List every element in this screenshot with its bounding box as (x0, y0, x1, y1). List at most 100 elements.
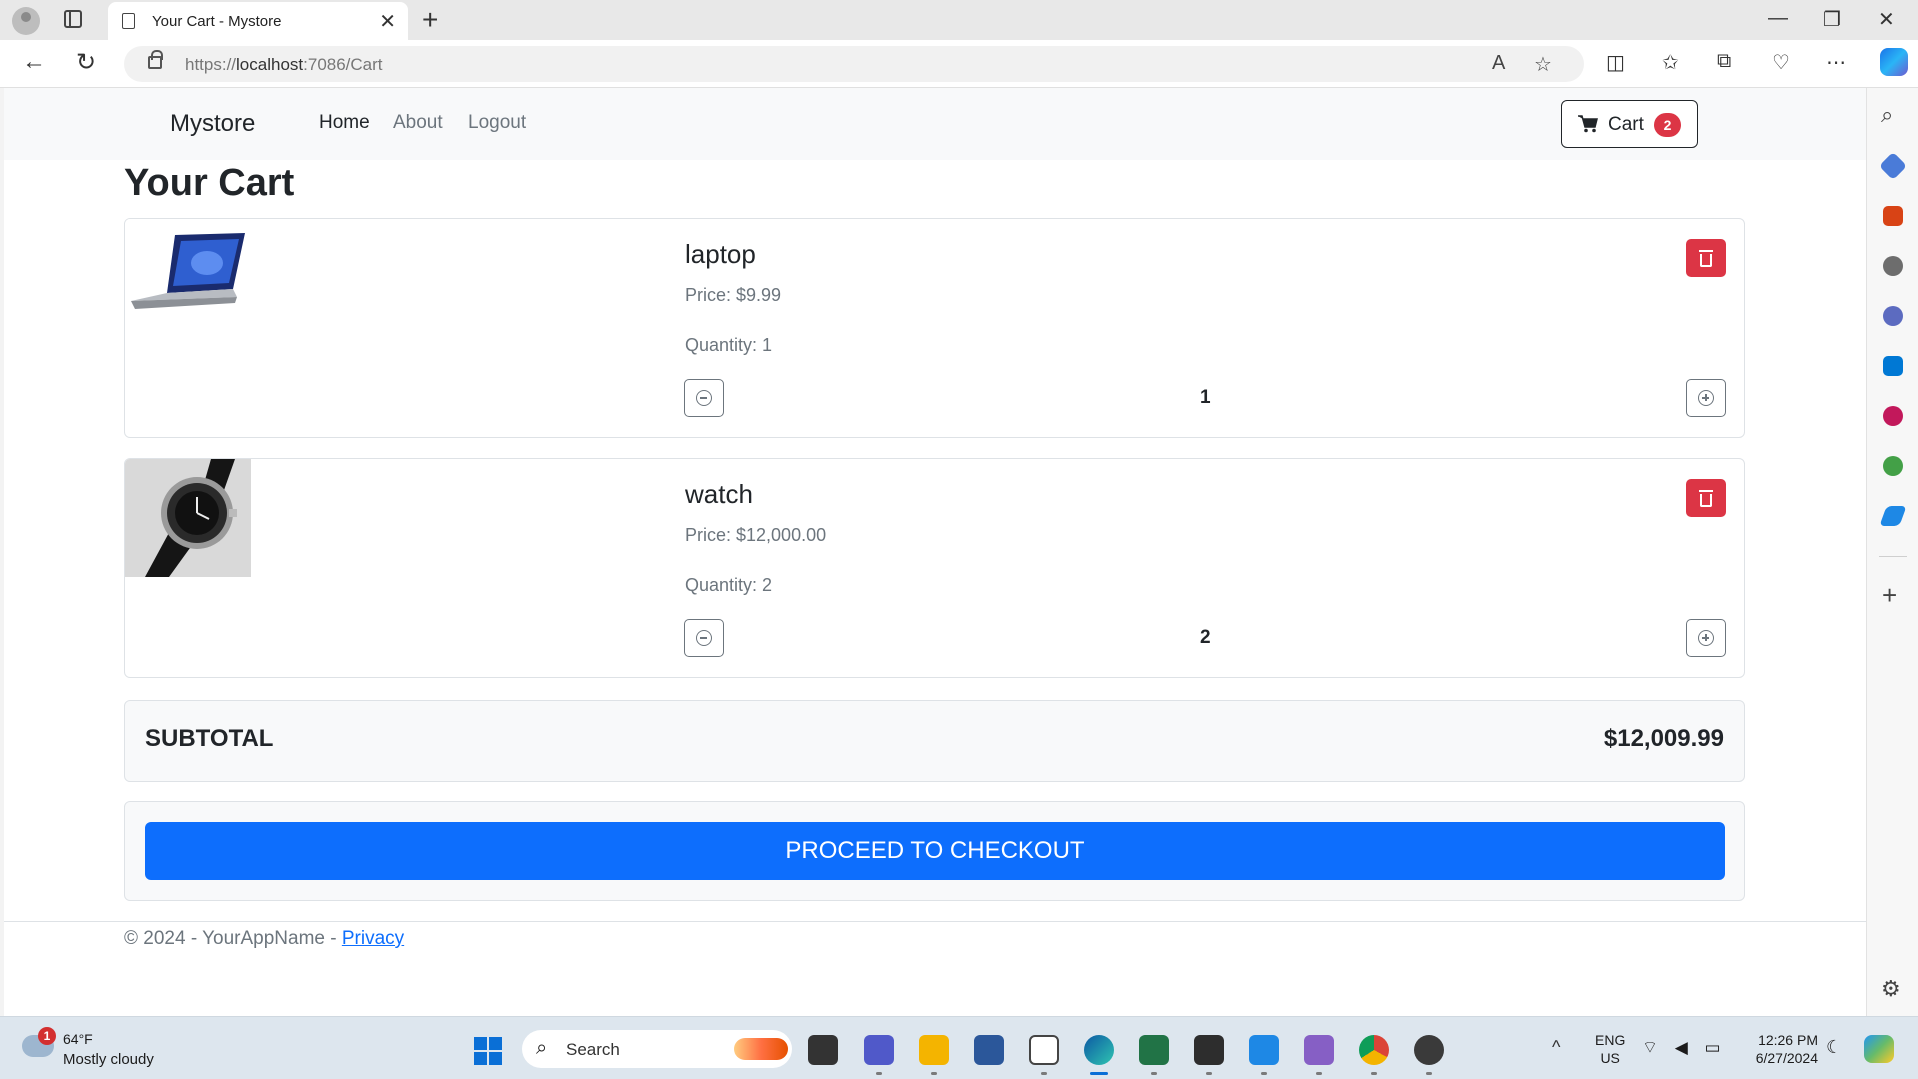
browser-tab-active[interactable]: Your Cart - Mystore ✕ (108, 2, 408, 40)
browser-essentials-icon[interactable]: ♡ (1772, 50, 1790, 75)
nav-about[interactable]: About (393, 112, 443, 134)
input-language-indicator[interactable]: ENG US (1595, 1031, 1625, 1067)
clock[interactable]: 12:26 PM 6/27/2024 (1744, 1031, 1818, 1067)
profile-icon[interactable] (12, 7, 40, 35)
copilot-icon[interactable] (1880, 48, 1908, 76)
cart-icon (1578, 115, 1598, 133)
footer-divider (4, 921, 1866, 922)
edge-icon[interactable] (1084, 1035, 1114, 1065)
product-name: laptop (685, 239, 756, 269)
minus-circle-icon (696, 630, 712, 646)
tab-title: Your Cart - Mystore (152, 13, 282, 30)
close-window-icon[interactable]: ✕ (1878, 7, 1895, 32)
product-image-watch (125, 459, 251, 577)
url-field[interactable]: https://localhost:7086/Cart A ☆ (124, 46, 1584, 82)
weather-notification-badge: 1 (38, 1027, 56, 1045)
media-player-icon[interactable] (1414, 1035, 1444, 1065)
taskbar-search[interactable]: ⌕ Search (522, 1030, 792, 1068)
nav-logout[interactable]: Logout (468, 112, 526, 134)
remove-item-button[interactable] (1686, 479, 1726, 517)
minimize-icon[interactable]: — (1768, 7, 1788, 30)
decrease-quantity-button[interactable] (684, 379, 724, 417)
page-viewport: Mystore Home About Logout Cart 2 Your Ca… (4, 88, 1866, 1016)
quantity-value: 1 (1200, 387, 1211, 408)
read-aloud-icon[interactable]: A (1492, 52, 1505, 75)
collections-icon[interactable]: ⧉ (1717, 50, 1731, 73)
sidebar-settings-icon[interactable]: ⚙ (1881, 976, 1901, 1002)
product-price: Price: $9.99 (685, 285, 782, 305)
designer-icon[interactable] (1883, 406, 1903, 426)
subtotal-panel: SUBTOTAL $12,009.99 (124, 700, 1745, 782)
sidebar-add-icon[interactable]: + (1882, 580, 1897, 611)
search-highlight-icon (734, 1038, 788, 1060)
trash-icon (1699, 250, 1713, 252)
task-view-icon[interactable] (808, 1035, 838, 1065)
send-icon[interactable] (1879, 506, 1907, 526)
pycharm-icon[interactable] (1029, 1035, 1059, 1065)
weather-temperature[interactable]: 64°F (63, 1031, 93, 1047)
search-label: Search (566, 1040, 620, 1059)
page-icon (122, 13, 135, 29)
new-tab-icon[interactable]: + (422, 4, 438, 36)
visual-studio-icon[interactable] (1304, 1035, 1334, 1065)
tools-icon[interactable] (1883, 206, 1903, 226)
show-hidden-icons-chevron[interactable]: ^ (1552, 1037, 1560, 1058)
cart-item: watch Price: $12,000.00 Quantity: 2 2 (124, 458, 1745, 678)
subtotal-value: $12,009.99 (1603, 725, 1724, 752)
favorites-icon[interactable]: ✩ (1662, 50, 1679, 75)
nav-home[interactable]: Home (319, 112, 370, 134)
wifi-volume-battery-icons[interactable]: ⌔ ◀ ▭ (1642, 1037, 1727, 1058)
excel-icon[interactable] (1139, 1035, 1169, 1065)
games-icon[interactable] (1883, 256, 1903, 276)
more-options-icon[interactable]: ⋯ (1826, 50, 1846, 75)
increase-quantity-button[interactable] (1686, 379, 1726, 417)
windows-taskbar: 1 64°F Mostly cloudy ⌕ Search ^ ENG US ⌔… (0, 1016, 1918, 1079)
copilot-taskbar-icon[interactable] (1864, 1035, 1894, 1063)
url-text[interactable]: https://localhost:7086/Cart (185, 55, 383, 75)
split-screen-icon[interactable]: ◫ (1606, 50, 1625, 75)
weather-description[interactable]: Mostly cloudy (63, 1051, 154, 1068)
tab-actions-icon[interactable] (64, 10, 82, 28)
lock-icon[interactable] (148, 50, 163, 69)
plus-circle-icon (1698, 630, 1714, 646)
minus-circle-icon (696, 390, 712, 406)
checkout-panel: PROCEED TO CHECKOUT (124, 801, 1745, 901)
word-icon[interactable] (974, 1035, 1004, 1065)
notification-bell-icon[interactable]: ☾ (1826, 1037, 1842, 1058)
remove-item-button[interactable] (1686, 239, 1726, 277)
teams-icon[interactable] (864, 1035, 894, 1065)
privacy-link[interactable]: Privacy (342, 928, 404, 949)
footer-copyright: © 2024 - YourAppName - (124, 928, 342, 949)
windows-start-icon[interactable] (474, 1037, 502, 1065)
back-icon[interactable]: ← (22, 48, 46, 76)
address-bar: ← ↻ https://localhost:7086/Cart A ☆ ◫ ✩ … (0, 40, 1918, 88)
brand-link[interactable]: Mystore (170, 110, 255, 138)
quantity-value: 2 (1200, 627, 1211, 648)
page-title: Your Cart (124, 162, 295, 204)
cart-item: laptop Price: $9.99 Quantity: 1 1 (124, 218, 1745, 438)
restore-icon[interactable]: ❐ (1823, 7, 1841, 32)
browser-sidebar: ⌕ + ⚙ (1866, 88, 1918, 1016)
increase-quantity-button[interactable] (1686, 619, 1726, 657)
product-name: watch (685, 479, 753, 509)
photos-icon[interactable] (1249, 1035, 1279, 1065)
cart-button[interactable]: Cart 2 (1561, 100, 1698, 148)
refresh-icon[interactable]: ↻ (76, 48, 96, 77)
subtotal-label: SUBTOTAL (145, 725, 274, 752)
decrease-quantity-button[interactable] (684, 619, 724, 657)
microsoft-365-icon[interactable] (1883, 306, 1903, 326)
shopping-tag-icon[interactable] (1878, 151, 1908, 181)
sidebar-search-icon[interactable]: ⌕ (1881, 102, 1893, 128)
terminal-icon[interactable] (1194, 1035, 1224, 1065)
cart-label: Cart (1608, 114, 1644, 135)
chrome-icon[interactable] (1359, 1035, 1389, 1065)
outlook-icon[interactable] (1883, 356, 1903, 376)
tree-icon[interactable] (1883, 456, 1903, 476)
sidebar-divider (1879, 556, 1907, 557)
favorite-star-icon[interactable]: ☆ (1534, 52, 1552, 77)
site-navbar: Mystore Home About Logout Cart 2 (4, 88, 1866, 160)
product-quantity-label: Quantity: 2 (685, 575, 773, 595)
tab-close-icon[interactable]: ✕ (379, 9, 396, 34)
proceed-to-checkout-button[interactable]: PROCEED TO CHECKOUT (145, 822, 1725, 880)
file-explorer-icon[interactable] (919, 1035, 949, 1065)
